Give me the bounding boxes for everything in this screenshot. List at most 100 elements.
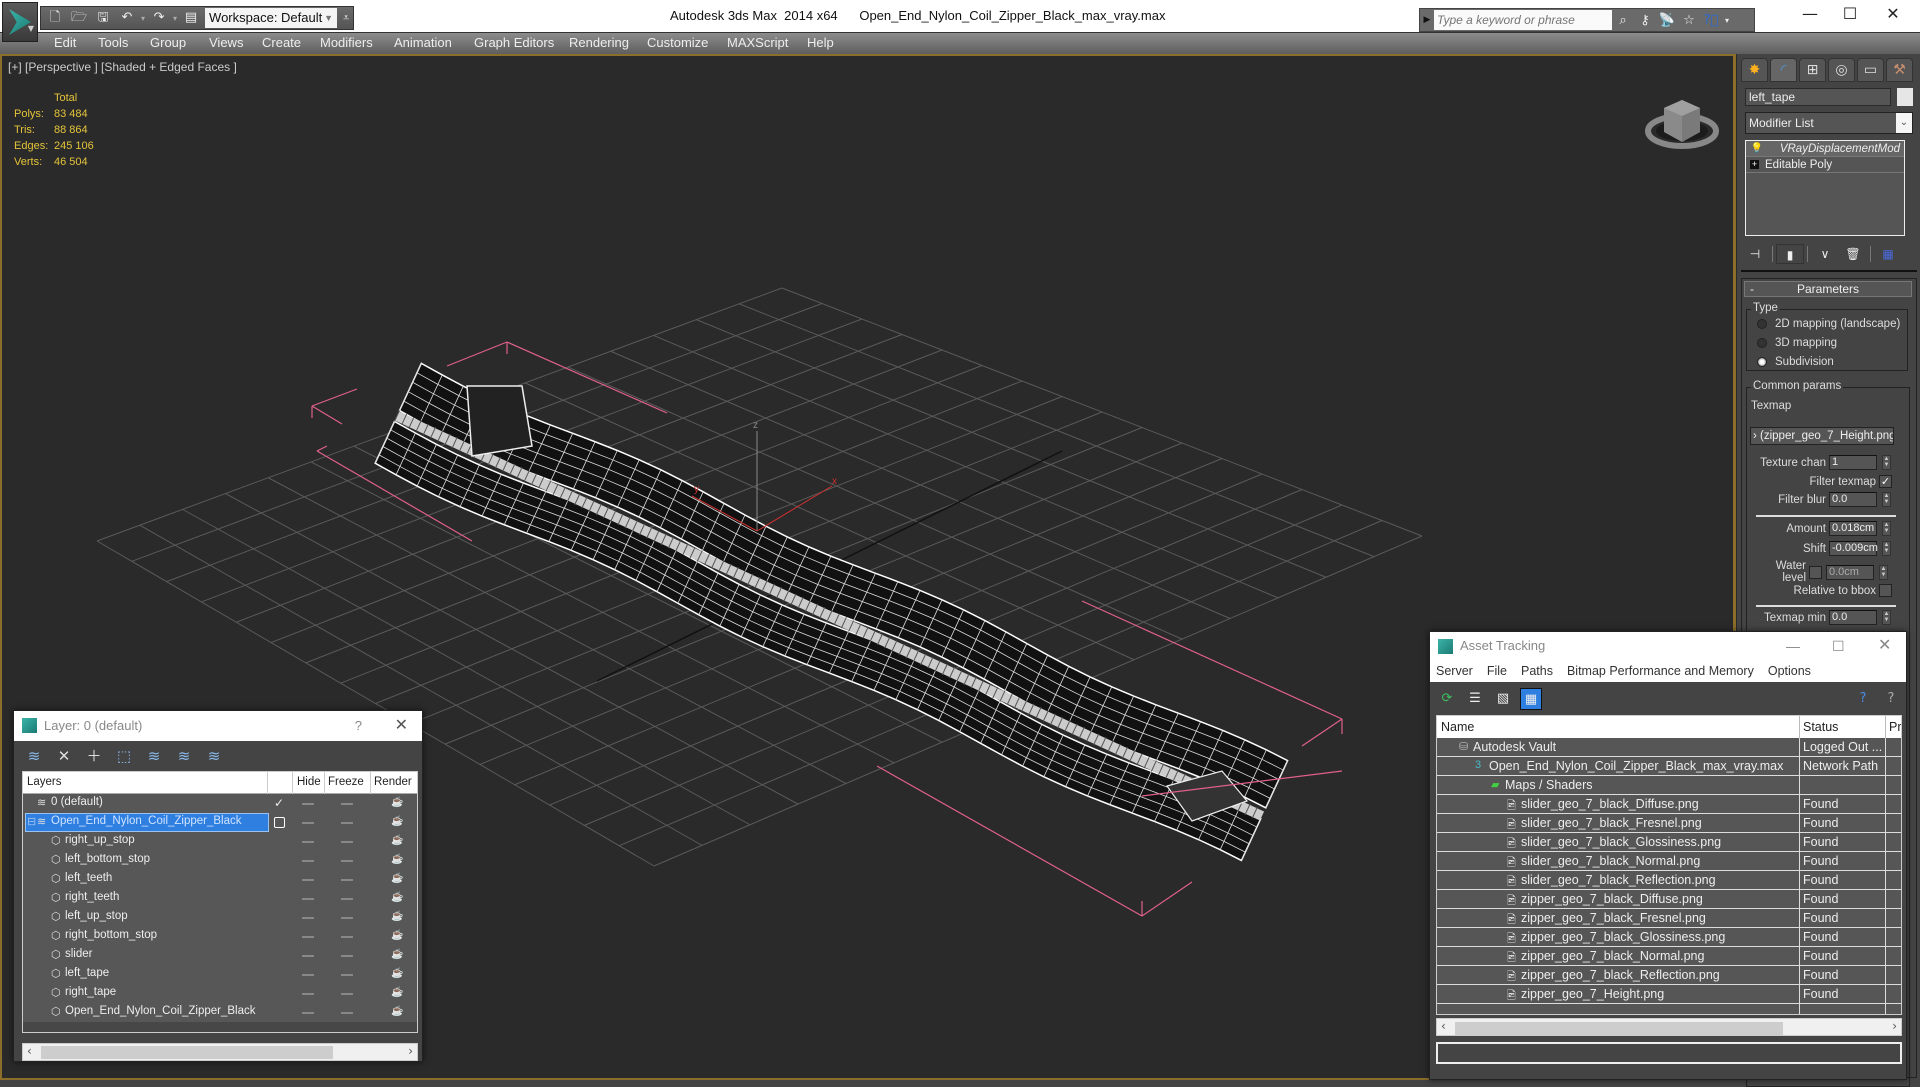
object-row[interactable]: ⬡ left_bottom_stop ☕ (23, 851, 417, 870)
freeze-toggle[interactable] (341, 955, 353, 957)
column-header-hide[interactable]: Hide (297, 776, 321, 788)
set-active-layer-box[interactable] (274, 817, 285, 828)
hide-toggle[interactable] (302, 993, 314, 995)
object-row[interactable]: ⬡ left_teeth ☕ (23, 870, 417, 889)
favorites-star-icon[interactable]: ☆ (1678, 13, 1700, 28)
render-teapot-icon[interactable]: ☕ (391, 797, 403, 808)
object-name-field[interactable]: left_tape (1745, 88, 1891, 106)
binoculars-search-icon[interactable]: ⌕ (1612, 13, 1634, 28)
customize-qat-icon[interactable]: ⩡ (343, 11, 349, 25)
viewcube-icon[interactable] (1642, 86, 1722, 156)
maximize-button[interactable]: ☐ (1835, 4, 1865, 23)
freeze-toggle[interactable] (341, 860, 353, 862)
asset-row[interactable]: 🖻 zipper_geo_7_black_Reflection.png Found (1437, 966, 1901, 985)
spinner-arrows-icon[interactable]: ▲ ▼ (1882, 521, 1891, 536)
dialog-title-bar[interactable]: Layer: 0 (default) ? ✕ (14, 711, 422, 741)
freeze-toggle[interactable] (341, 1012, 353, 1014)
radio-button[interactable] (1757, 357, 1767, 367)
freeze-toggle[interactable] (341, 974, 353, 976)
asset-row[interactable]: 3 Open_End_Nylon_Coil_Zipper_Black_max_vr… (1437, 757, 1901, 776)
freeze-all-layers-icon[interactable]: ≋ (202, 745, 226, 767)
freeze-toggle[interactable] (341, 917, 353, 919)
object-color-swatch[interactable] (1897, 88, 1913, 106)
layer-row[interactable]: ⊟ ≋ Open_End_Nylon_Coil_Zipper_Black ☕ (23, 813, 417, 832)
object-row[interactable]: ⬡ slider ☕ (23, 946, 417, 965)
menu-graph-editors[interactable]: Graph Editors (474, 35, 554, 50)
list-view-icon[interactable]: ☰ (1464, 688, 1486, 710)
spinner-arrows-icon[interactable]: ▲ ▼ (1882, 541, 1891, 556)
menu-customize[interactable]: Customize (647, 35, 708, 50)
column-header-name[interactable]: Name (1441, 720, 1474, 734)
search-input[interactable] (1434, 10, 1612, 30)
object-row[interactable]: ⬡ left_up_stop ☕ (23, 908, 417, 927)
menu-create[interactable]: Create (262, 35, 301, 50)
active-layer-checkmark-icon[interactable]: ✓ (274, 796, 284, 810)
object-row[interactable]: ⬡ right_teeth ☕ (23, 889, 417, 908)
spinner-arrows-icon[interactable]: ▲ ▼ (1882, 455, 1891, 470)
relative-to-bbox-checkbox[interactable] (1879, 584, 1892, 597)
redo-icon[interactable]: ↷ (149, 9, 169, 27)
asset-row[interactable]: 🖻 zipper_geo_7_black_Normal.png Found (1437, 947, 1901, 966)
render-teapot-icon[interactable]: ☕ (391, 854, 403, 865)
object-row[interactable]: ⬡ left_tape ☕ (23, 965, 417, 984)
spinner-arrows-icon[interactable]: ▲ ▼ (1882, 610, 1891, 625)
pin-stack-icon[interactable]: ⊣ (1741, 244, 1769, 264)
render-teapot-icon[interactable]: ☕ (391, 816, 403, 827)
project-folder-icon[interactable]: ▤ (181, 9, 201, 27)
close-button[interactable]: ✕ (395, 711, 408, 741)
horizontal-scrollbar[interactable]: ‹ › (22, 1043, 418, 1061)
texmap-min-spinner[interactable]: 0.0 (1829, 610, 1877, 625)
viewport-label-menu[interactable]: [+] [Perspective ] [Shaded + Edged Faces… (8, 60, 237, 74)
asset-row[interactable]: 🖻 slider_geo_7_black_Diffuse.png Found (1437, 795, 1901, 814)
hide-toggle[interactable] (302, 898, 314, 900)
freeze-toggle[interactable] (341, 841, 353, 843)
menu-maxscript[interactable]: MAXScript (727, 35, 788, 50)
layer-row[interactable]: ≋ 0 (default) ✓ ☕ (23, 794, 417, 813)
collapse-tree-icon[interactable]: ⊟ (27, 815, 36, 828)
column-header-render[interactable]: Render (374, 776, 412, 788)
scroll-right-icon[interactable]: › (408, 1044, 413, 1058)
render-teapot-icon[interactable]: ☕ (391, 987, 403, 998)
create-layer-icon[interactable]: ≋ (22, 745, 46, 767)
column-header-proxy[interactable]: Pro (1889, 720, 1901, 734)
asset-row[interactable]: 🖻 slider_geo_7_black_Fresnel.png Found (1437, 814, 1901, 833)
render-teapot-icon[interactable]: ☕ (391, 968, 403, 979)
utilities-tab-icon[interactable]: ⚒ (1886, 58, 1913, 82)
hide-toggle[interactable] (302, 955, 314, 957)
show-end-result-icon[interactable]: ▮ (1776, 244, 1804, 264)
asset-row[interactable]: 🖻 slider_geo_7_black_Reflection.png Found (1437, 871, 1901, 890)
chevron-down-icon[interactable]: ▾ (1722, 16, 1732, 25)
rollout-header[interactable]: - Parameters (1744, 281, 1912, 297)
minimize-button[interactable]: — (1795, 4, 1825, 23)
make-unique-icon[interactable]: ∨ (1811, 244, 1839, 264)
scroll-left-icon[interactable]: ‹ (27, 1044, 32, 1058)
save-icon[interactable]: 🖫 (93, 9, 113, 27)
asset-row[interactable]: ▰ Maps / Shaders (1437, 776, 1901, 795)
menu-help[interactable]: Help (807, 35, 834, 50)
hide-toggle[interactable] (302, 803, 314, 805)
filter-blur-spinner[interactable]: 0.0 (1829, 492, 1877, 507)
highlight-layer-icon[interactable]: ≋ (142, 745, 166, 767)
refresh-icon[interactable]: ⟳ (1436, 688, 1458, 710)
remove-modifier-icon[interactable]: 🗑 (1839, 244, 1867, 264)
scrollbar-thumb[interactable] (1455, 1022, 1783, 1035)
filter-texmap-checkbox[interactable]: ✓ (1879, 475, 1892, 488)
application-menu-button[interactable]: ▼ (2, 2, 38, 42)
scroll-right-icon[interactable]: › (1892, 1019, 1897, 1033)
open-file-icon[interactable]: 🗁 (69, 9, 89, 27)
radio-button[interactable] (1757, 338, 1767, 348)
menu-bitmap-performance[interactable]: Bitmap Performance and Memory (1567, 660, 1754, 682)
object-row[interactable]: ⬡ Open_End_Nylon_Coil_Zipper_Black ☕ (23, 1003, 417, 1022)
column-header-freeze[interactable]: Freeze (328, 776, 364, 788)
key-icon[interactable]: ⚷ (1634, 13, 1656, 28)
lightbulb-icon[interactable]: 💡 (1750, 143, 1764, 154)
object-row[interactable]: ⬡ right_tape ☕ (23, 984, 417, 1003)
stack-item-editable-poly[interactable]: + Editable Poly (1746, 157, 1904, 173)
radio-2d-mapping[interactable]: 2D mapping (landscape) (1757, 318, 1900, 330)
display-tab-icon[interactable]: ▭ (1857, 58, 1884, 82)
help-globe-icon[interactable]: ? (1852, 688, 1874, 710)
hide-toggle[interactable] (302, 1012, 314, 1014)
minimize-button[interactable]: — (1786, 632, 1800, 660)
new-file-icon[interactable]: 🗋 (45, 9, 65, 27)
close-button[interactable]: ✕ (1878, 4, 1908, 23)
